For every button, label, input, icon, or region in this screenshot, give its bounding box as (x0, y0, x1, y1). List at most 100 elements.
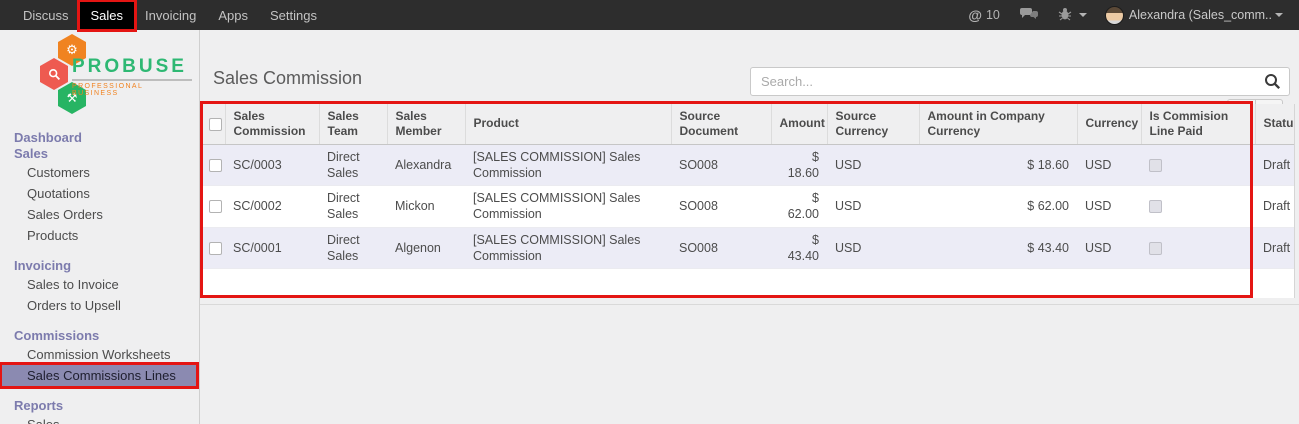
row-select-checkbox[interactable] (209, 159, 222, 172)
debug-button[interactable] (1050, 0, 1095, 30)
commission-lines-table: Sales Commission Sales Team Sales Member… (203, 104, 1295, 298)
menu-item-invoicing[interactable]: Invoicing (134, 2, 207, 29)
cell-sales-team: Direct Sales (319, 144, 387, 186)
cell-source-currency: USD (827, 144, 919, 186)
menu-item-discuss[interactable]: Discuss (12, 2, 80, 29)
content-divider (200, 304, 1299, 305)
is-paid-checkbox (1149, 159, 1162, 172)
sidebar-section-commissions[interactable]: Commissions (0, 328, 199, 344)
table-row[interactable]: SC/0001 Direct Sales Algenon [SALES COMM… (203, 227, 1295, 269)
cell-sales-team: Direct Sales (319, 227, 387, 269)
user-menu[interactable]: Alexandra (Sales_comm.. (1099, 0, 1289, 30)
systray: @ 10 Alexandra (Sales_comm.. (960, 0, 1299, 30)
cell-source-currency: USD (827, 227, 919, 269)
cell-product: [SALES COMMISSION] Sales Commission (465, 227, 671, 269)
cell-currency: USD (1077, 186, 1141, 228)
table-row[interactable]: SC/0002 Direct Sales Mickon [SALES COMMI… (203, 186, 1295, 228)
topbar: DiscussSalesInvoicingAppsSettings @ 10 A… (0, 0, 1299, 30)
col-source-document[interactable]: Source Document (671, 104, 771, 144)
search-box (750, 67, 1290, 96)
search-input[interactable] (750, 67, 1290, 96)
cell-sales-commission: SC/0002 (225, 186, 319, 228)
messages-button[interactable] (1012, 0, 1046, 30)
cell-is-paid (1141, 144, 1255, 186)
row-select-cell (203, 227, 225, 269)
cell-source-document: SO008 (671, 144, 771, 186)
chat-bubbles-icon (1020, 7, 1038, 24)
sidebar-item-sales[interactable]: Sales (0, 414, 199, 424)
cell-amount: $ 18.60 (771, 144, 827, 186)
sidebar-section-invoicing[interactable]: Invoicing (0, 258, 199, 274)
cell-amount-company-currency: $ 43.40 (919, 227, 1077, 269)
is-paid-checkbox (1149, 242, 1162, 255)
cell-sales-team: Direct Sales (319, 186, 387, 228)
col-status[interactable]: Status (1255, 104, 1295, 144)
menu-item-settings[interactable]: Settings (259, 2, 328, 29)
magnifier-hexagon-icon (40, 58, 68, 90)
cell-sales-commission: SC/0001 (225, 227, 319, 269)
col-currency[interactable]: Currency (1077, 104, 1141, 144)
cell-amount: $ 62.00 (771, 186, 827, 228)
cell-sales-member: Alexandra (387, 144, 465, 186)
screen: DiscussSalesInvoicingAppsSettings @ 10 A… (0, 0, 1299, 424)
activities-button[interactable]: @ 10 (960, 0, 1008, 30)
col-amount-company-currency[interactable]: Amount in Company Currency (919, 104, 1077, 144)
logo-tagline: PROFESSIONAL BUSINESS (72, 83, 192, 97)
cell-is-paid (1141, 227, 1255, 269)
search-icon[interactable] (1264, 73, 1281, 95)
sidebar-item-sales-to-invoice[interactable]: Sales to Invoice (0, 274, 199, 295)
main-menu: DiscussSalesInvoicingAppsSettings (0, 0, 328, 30)
cell-status: Draft (1255, 144, 1295, 186)
col-is-commission-line-paid[interactable]: Is Commision Line Paid (1141, 104, 1255, 144)
col-source-currency[interactable]: Source Currency (827, 104, 919, 144)
logo-text: PROBUSE PROFESSIONAL BUSINESS (72, 56, 192, 97)
row-select-checkbox[interactable] (209, 242, 222, 255)
sidebar-section-sales[interactable]: Sales (0, 146, 199, 162)
app-logo: ⚙ ⚒ PROBUSE PROFESSIONAL BUSINESS (0, 30, 199, 116)
sidebar-item-sales-orders[interactable]: Sales Orders (0, 204, 199, 225)
row-select-checkbox[interactable] (209, 200, 222, 213)
table-row[interactable]: SC/0003 Direct Sales Alexandra [SALES CO… (203, 144, 1295, 186)
col-sales-commission[interactable]: Sales Commission (225, 104, 319, 144)
cell-amount-company-currency: $ 18.60 (919, 144, 1077, 186)
sidebar-item-quotations[interactable]: Quotations (0, 183, 199, 204)
cell-source-currency: USD (827, 186, 919, 228)
menu-item-apps[interactable]: Apps (207, 2, 259, 29)
col-sales-member[interactable]: Sales Member (387, 104, 465, 144)
cell-amount-company-currency: $ 62.00 (919, 186, 1077, 228)
table-header-row: Sales Commission Sales Team Sales Member… (203, 104, 1295, 144)
cell-currency: USD (1077, 227, 1141, 269)
sidebar-item-commission-worksheets[interactable]: Commission Worksheets (0, 344, 199, 365)
cell-sales-member: Algenon (387, 227, 465, 269)
sidebar: ⚙ ⚒ PROBUSE PROFESSIONAL BUSINESS Dashbo… (0, 30, 200, 424)
activities-count: 10 (986, 8, 1000, 22)
menu-item-sales[interactable]: Sales (80, 2, 135, 29)
select-all-checkbox[interactable] (209, 118, 222, 131)
select-all-cell (203, 104, 225, 144)
cell-status: Draft (1255, 186, 1295, 228)
sidebar-item-sales-commissions-lines[interactable]: Sales Commissions Lines (2, 365, 196, 386)
cell-source-document: SO008 (671, 227, 771, 269)
sidebar-section-reports[interactable]: Reports (0, 398, 199, 414)
cell-currency: USD (1077, 144, 1141, 186)
activities-at-icon: @ (968, 7, 982, 23)
col-product[interactable]: Product (465, 104, 671, 144)
logo-name: PROBUSE (72, 56, 192, 81)
page-title: Sales Commission (213, 68, 362, 89)
cell-product: [SALES COMMISSION] Sales Commission (465, 186, 671, 228)
user-name: Alexandra (Sales_comm.. (1129, 8, 1272, 22)
sidebar-nav: DashboardSalesCustomersQuotationsSales O… (0, 116, 199, 424)
col-amount[interactable]: Amount (771, 104, 827, 144)
is-paid-checkbox (1149, 200, 1162, 213)
sidebar-item-orders-to-upsell[interactable]: Orders to Upsell (0, 295, 199, 316)
sidebar-item-products[interactable]: Products (0, 225, 199, 246)
bug-icon (1058, 7, 1072, 24)
caret-down-icon (1275, 13, 1283, 17)
cell-status: Draft (1255, 227, 1295, 269)
sidebar-section-dashboard[interactable]: Dashboard (0, 130, 199, 146)
cell-sales-member: Mickon (387, 186, 465, 228)
row-select-cell (203, 186, 225, 228)
cell-source-document: SO008 (671, 186, 771, 228)
col-sales-team[interactable]: Sales Team (319, 104, 387, 144)
sidebar-item-customers[interactable]: Customers (0, 162, 199, 183)
